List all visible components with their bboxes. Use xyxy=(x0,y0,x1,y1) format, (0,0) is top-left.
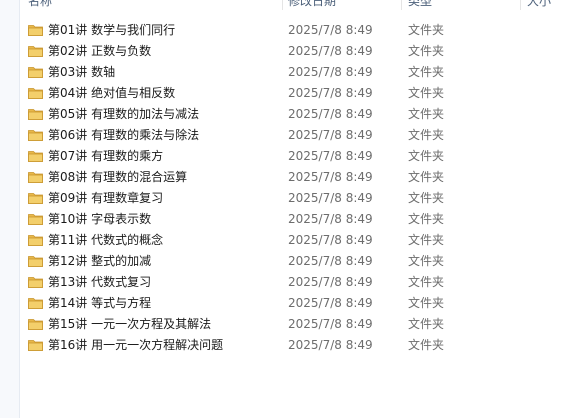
folder-icon xyxy=(28,172,43,183)
file-type: 文件夹 xyxy=(408,149,445,163)
file-name[interactable]: 第03讲 数轴 xyxy=(48,62,115,83)
file-type: 文件夹 xyxy=(408,212,445,226)
file-modified-date: 2025/7/8 8:49 xyxy=(288,212,373,226)
folder-icon xyxy=(28,130,43,141)
folder-icon xyxy=(28,25,43,36)
folder-icon xyxy=(28,256,43,267)
file-type: 文件夹 xyxy=(408,338,445,352)
column-header-modified[interactable]: 修改日期 xyxy=(288,0,336,9)
folder-icon xyxy=(28,214,43,225)
file-modified-date: 2025/7/8 8:49 xyxy=(288,338,373,352)
file-modified-date: 2025/7/8 8:49 xyxy=(288,275,373,289)
file-type: 文件夹 xyxy=(408,65,445,79)
column-header-type[interactable]: 类型 xyxy=(408,0,432,9)
column-divider[interactable] xyxy=(520,0,521,10)
file-name[interactable]: 第09讲 有理数章复习 xyxy=(48,188,163,209)
file-modified-date: 2025/7/8 8:49 xyxy=(288,191,373,205)
file-row[interactable]: 第08讲 有理数的混合运算 2025/7/8 8:49 文件夹 xyxy=(20,167,562,188)
file-type: 文件夹 xyxy=(408,191,445,205)
file-name[interactable]: 第05讲 有理数的加法与减法 xyxy=(48,104,199,125)
file-type: 文件夹 xyxy=(408,296,445,310)
file-row[interactable]: 第07讲 有理数的乘方 2025/7/8 8:49 文件夹 xyxy=(20,146,562,167)
column-header: 名称 修改日期 类型 大小 xyxy=(20,0,562,10)
folder-icon xyxy=(28,340,43,351)
file-name[interactable]: 第07讲 有理数的乘方 xyxy=(48,146,163,167)
file-name[interactable]: 第08讲 有理数的混合运算 xyxy=(48,167,187,188)
file-row[interactable]: 第02讲 正数与负数 2025/7/8 8:49 文件夹 xyxy=(20,41,562,62)
file-row[interactable]: 第12讲 整式的加减 2025/7/8 8:49 文件夹 xyxy=(20,251,562,272)
file-row[interactable]: 第03讲 数轴 2025/7/8 8:49 文件夹 xyxy=(20,62,562,83)
file-modified-date: 2025/7/8 8:49 xyxy=(288,233,373,247)
file-modified-date: 2025/7/8 8:49 xyxy=(288,107,373,121)
folder-icon xyxy=(28,193,43,204)
navigation-pane-edge xyxy=(0,0,20,418)
column-divider[interactable] xyxy=(401,0,402,10)
file-type: 文件夹 xyxy=(408,254,445,268)
file-modified-date: 2025/7/8 8:49 xyxy=(288,296,373,310)
folder-icon xyxy=(28,235,43,246)
file-modified-date: 2025/7/8 8:49 xyxy=(288,149,373,163)
file-row[interactable]: 第09讲 有理数章复习 2025/7/8 8:49 文件夹 xyxy=(20,188,562,209)
file-modified-date: 2025/7/8 8:49 xyxy=(288,65,373,79)
file-name[interactable]: 第02讲 正数与负数 xyxy=(48,41,151,62)
file-type: 文件夹 xyxy=(408,86,445,100)
file-type: 文件夹 xyxy=(408,107,445,121)
file-name[interactable]: 第16讲 用一元一次方程解决问题 xyxy=(48,335,223,356)
folder-icon xyxy=(28,46,43,57)
file-modified-date: 2025/7/8 8:49 xyxy=(288,170,373,184)
file-row[interactable]: 第10讲 字母表示数 2025/7/8 8:49 文件夹 xyxy=(20,209,562,230)
file-row[interactable]: 第05讲 有理数的加法与减法 2025/7/8 8:49 文件夹 xyxy=(20,104,562,125)
file-name[interactable]: 第11讲 代数式的概念 xyxy=(48,230,163,251)
file-row[interactable]: 第13讲 代数式复习 2025/7/8 8:49 文件夹 xyxy=(20,272,562,293)
folder-icon xyxy=(28,67,43,78)
file-row[interactable]: 第15讲 一元一次方程及其解法 2025/7/8 8:49 文件夹 xyxy=(20,314,562,335)
file-row[interactable]: 第04讲 绝对值与相反数 2025/7/8 8:49 文件夹 xyxy=(20,83,562,104)
file-modified-date: 2025/7/8 8:49 xyxy=(288,128,373,142)
file-name[interactable]: 第01讲 数学与我们同行 xyxy=(48,20,175,41)
file-type: 文件夹 xyxy=(408,170,445,184)
folder-icon xyxy=(28,298,43,309)
file-row[interactable]: 第11讲 代数式的概念 2025/7/8 8:49 文件夹 xyxy=(20,230,562,251)
folder-icon xyxy=(28,277,43,288)
file-row[interactable]: 第01讲 数学与我们同行 2025/7/8 8:49 文件夹 xyxy=(20,20,562,41)
file-name[interactable]: 第12讲 整式的加减 xyxy=(48,251,151,272)
folder-icon xyxy=(28,319,43,330)
file-name[interactable]: 第14讲 等式与方程 xyxy=(48,293,151,314)
column-header-name[interactable]: 名称 xyxy=(28,0,52,9)
file-list: 第01讲 数学与我们同行 2025/7/8 8:49 文件夹 第02讲 正数与负数 20… xyxy=(20,20,562,356)
file-name[interactable]: 第13讲 代数式复习 xyxy=(48,272,151,293)
file-modified-date: 2025/7/8 8:49 xyxy=(288,317,373,331)
file-type: 文件夹 xyxy=(408,23,445,37)
file-name[interactable]: 第04讲 绝对值与相反数 xyxy=(48,83,175,104)
folder-icon xyxy=(28,109,43,120)
file-type: 文件夹 xyxy=(408,233,445,247)
file-modified-date: 2025/7/8 8:49 xyxy=(288,254,373,268)
file-name[interactable]: 第06讲 有理数的乘法与除法 xyxy=(48,125,199,146)
file-name[interactable]: 第15讲 一元一次方程及其解法 xyxy=(48,314,211,335)
file-type: 文件夹 xyxy=(408,317,445,331)
folder-icon xyxy=(28,151,43,162)
file-modified-date: 2025/7/8 8:49 xyxy=(288,23,373,37)
file-row[interactable]: 第06讲 有理数的乘法与除法 2025/7/8 8:49 文件夹 xyxy=(20,125,562,146)
file-row[interactable]: 第16讲 用一元一次方程解决问题 2025/7/8 8:49 文件夹 xyxy=(20,335,562,356)
file-type: 文件夹 xyxy=(408,275,445,289)
folder-icon xyxy=(28,88,43,99)
file-modified-date: 2025/7/8 8:49 xyxy=(288,44,373,58)
column-header-size[interactable]: 大小 xyxy=(527,0,551,9)
file-type: 文件夹 xyxy=(408,44,445,58)
file-modified-date: 2025/7/8 8:49 xyxy=(288,86,373,100)
file-row[interactable]: 第14讲 等式与方程 2025/7/8 8:49 文件夹 xyxy=(20,293,562,314)
file-type: 文件夹 xyxy=(408,128,445,142)
column-divider[interactable] xyxy=(282,0,283,10)
file-name[interactable]: 第10讲 字母表示数 xyxy=(48,209,151,230)
